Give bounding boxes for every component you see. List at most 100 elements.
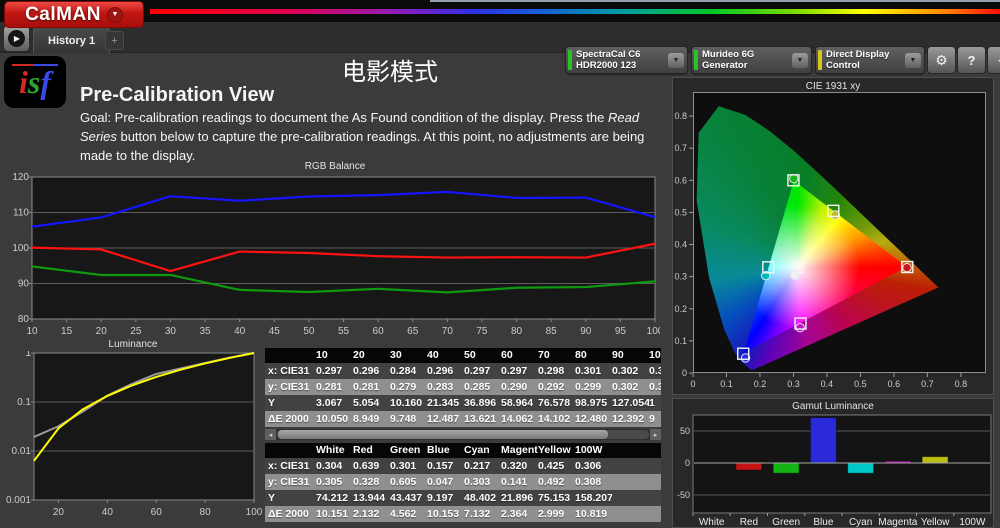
table-cell: Green: [390, 444, 421, 456]
svg-text:0.8: 0.8: [955, 379, 968, 389]
svg-text:-50: -50: [677, 490, 690, 500]
svg-text:Yellow: Yellow: [921, 517, 950, 528]
table-cell: 74.212: [316, 492, 349, 504]
row-label-cell: ΔE 2000: [268, 508, 309, 520]
help-button[interactable]: ?: [957, 46, 986, 74]
collapse-panel-button[interactable]: ◀: [987, 46, 1000, 74]
tab-label: History 1: [48, 34, 96, 47]
page-title: Pre-Calibration View: [80, 84, 275, 106]
nav-back-button[interactable]: ▶: [3, 25, 30, 52]
gamut-luminance-plot: 50 0 -50 White Red Green Blue Cyan Magenta Yellow…: [677, 414, 992, 528]
svg-text:80: 80: [18, 314, 30, 325]
scrollbar-track[interactable]: [277, 430, 649, 439]
table-cell: 0.217: [464, 460, 491, 472]
table-cell: 4.562: [390, 508, 417, 520]
svg-text:80: 80: [200, 507, 212, 518]
table-cell: 9: [649, 413, 655, 425]
svg-text:0.7: 0.7: [674, 143, 687, 153]
generator-dropdown[interactable]: Murideo 6G Generator ▼: [691, 46, 812, 74]
svg-text:40: 40: [234, 326, 246, 337]
table-cell: 100: [649, 349, 661, 361]
display-control-dropdown[interactable]: Direct Display Control ▼: [815, 46, 925, 74]
table-cell: 9.748: [390, 413, 417, 425]
title-bar: [0, 0, 1000, 22]
svg-text:100: 100: [12, 243, 29, 254]
table-cell: 1: [649, 397, 655, 409]
table-cell: 0.303: [464, 476, 491, 488]
table-cell: 0.292: [538, 381, 565, 393]
table-cell: 80: [575, 349, 587, 361]
table-cell: 0.296: [427, 365, 454, 377]
rainbow-divider: [150, 9, 1000, 14]
display-status-stripe: [818, 50, 822, 70]
play-icon: ▶: [8, 30, 25, 47]
table-cell: 75.153: [538, 492, 571, 504]
table-cell: 0.306: [575, 460, 602, 472]
cie-markers-overlay: 00 0.1 0.1 0.2 0.2 0.3 0.3 0.4 0.4 0.5 0.5 0.6 0.6 0.…: [674, 111, 968, 389]
svg-text:Green: Green: [772, 517, 800, 528]
svg-text:95: 95: [615, 326, 627, 337]
table-row: x: CIE31 0.304 0.639 0.301 0.157 0.217 0.320 0.…: [265, 458, 661, 474]
scrollbar-thumb[interactable]: [278, 430, 608, 439]
table-row: Y 74.212 13.944 43.437 9.197 48.402 21.896 75.1…: [265, 490, 661, 506]
luminance-title: Luminance: [108, 339, 158, 350]
row-label-cell: Y: [268, 397, 276, 409]
table-cell: 40: [427, 349, 439, 361]
table-cell: 0.302: [612, 381, 639, 393]
isf-blue-line: [34, 64, 58, 66]
table-row: ΔE 2000 10.050 8.949 9.748 12.487 13.621 14.06…: [265, 411, 661, 427]
table-cell: 0.425: [538, 460, 565, 472]
table-cell: 10.819: [575, 508, 608, 520]
svg-text:0.7: 0.7: [921, 379, 934, 389]
table-row: ΔE 2000 10.151 2.132 4.562 10.153 7.132 2.364 2…: [265, 506, 661, 522]
svg-text:0.001: 0.001: [6, 495, 31, 506]
mode-title: 电影模式: [342, 59, 438, 86]
row-label-cell: Y: [268, 492, 276, 504]
calman-menu-button[interactable]: CalMAN ▼: [4, 1, 144, 28]
table-cell: 0.284: [390, 365, 417, 377]
table-cell: 0.302: [612, 365, 639, 377]
table-cell: 2.132: [353, 508, 380, 520]
row-label-cell: [265, 443, 316, 458]
isf-red-line: [12, 64, 36, 66]
settings-button[interactable]: ⚙: [927, 46, 956, 74]
table-cell: 0.308: [575, 476, 602, 488]
svg-text:0.3: 0.3: [674, 272, 687, 282]
grayscale-table: 10 20 30 40 50 60 70 80 90 100 x: CIE31 0.297 0.296 0…: [265, 348, 661, 427]
svg-text:90: 90: [580, 326, 592, 337]
table-cell: 7.132: [464, 508, 491, 520]
display-control-label: Direct Display Control: [826, 49, 890, 71]
svg-text:0: 0: [690, 379, 695, 389]
luminance-plot: 1 0.1 0.01 0.001 20 40 60 80 100: [6, 348, 263, 518]
table-cell: 13.621: [464, 413, 497, 425]
add-tab-button[interactable]: +: [105, 31, 124, 50]
svg-text:70: 70: [442, 326, 454, 337]
table-cell: 48.402: [464, 492, 497, 504]
table-cell: 0.141: [501, 476, 528, 488]
tab-bar: ▶ History 1 + SpectraCal C6 HDR2000 123 …: [0, 22, 1000, 74]
table-cell: 10.151: [316, 508, 349, 520]
meter-dropdown[interactable]: SpectraCal C6 HDR2000 123 ▼: [565, 46, 688, 74]
table-cell: 0.296: [353, 365, 380, 377]
table-row: x: CIE31 0.297 0.296 0.284 0.296 0.297 0.297 0.…: [265, 363, 661, 379]
svg-text:0.4: 0.4: [821, 379, 834, 389]
svg-text:15: 15: [61, 326, 73, 337]
goal-text: Goal: Pre-calibration readings to docume…: [80, 110, 645, 163]
table-cell: Magenta: [501, 444, 538, 456]
tab-history-1[interactable]: History 1: [33, 27, 111, 53]
svg-text:65: 65: [407, 326, 419, 337]
svg-text:Blue: Blue: [813, 517, 833, 528]
row-label-cell: x: CIE31: [268, 365, 310, 377]
table-row: y: CIE31 0.281 0.281 0.279 0.283 0.285 0.290 0.…: [265, 379, 661, 395]
table-cell: 0.157: [427, 460, 454, 472]
table-scrollbar[interactable]: ◂ ▸: [265, 429, 661, 440]
scroll-left-icon[interactable]: ◂: [265, 429, 276, 440]
table-cell: 100W: [575, 444, 603, 456]
gear-icon: ⚙: [935, 51, 948, 68]
svg-text:0.3: 0.3: [787, 379, 800, 389]
svg-text:110: 110: [13, 208, 29, 219]
svg-text:0.5: 0.5: [674, 207, 687, 217]
table-cell: 21.345: [427, 397, 460, 409]
gamut-luminance-title: Gamut Luminance: [792, 401, 874, 412]
scroll-right-icon[interactable]: ▸: [650, 429, 661, 440]
